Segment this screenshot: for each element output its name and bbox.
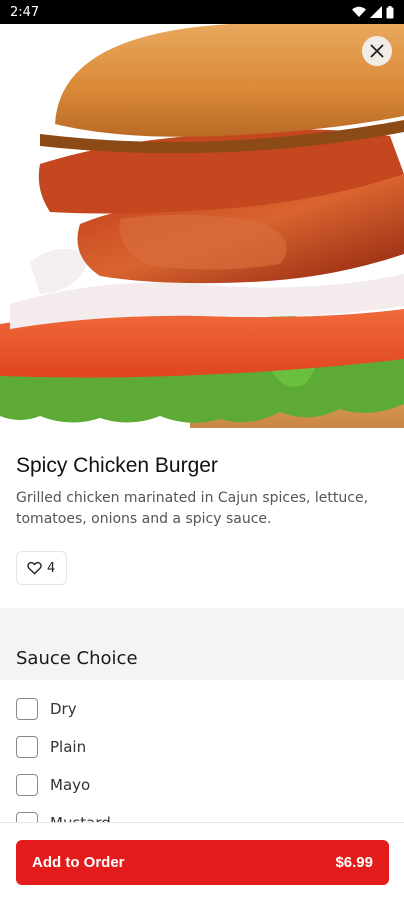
cell-signal-icon: [370, 6, 382, 18]
wifi-icon: [352, 6, 366, 17]
status-time: 2:47: [10, 4, 40, 20]
order-price: $6.99: [335, 854, 373, 871]
option-label: Mayo: [50, 776, 91, 794]
sauce-option-dry[interactable]: Dry: [16, 697, 77, 721]
burger-illustration: [0, 24, 404, 428]
bottom-action-bar: Add to Order $6.99: [0, 822, 404, 900]
item-hero-image: [0, 24, 404, 428]
status-icons: [352, 5, 394, 19]
sauce-option-plain[interactable]: Plain: [16, 735, 86, 759]
sauce-option-mayo[interactable]: Mayo: [16, 773, 90, 797]
battery-icon: [386, 5, 394, 18]
like-count: 4: [47, 560, 56, 576]
option-label: Plain: [50, 738, 87, 756]
option-label: Dry: [50, 700, 77, 718]
checkbox[interactable]: [16, 698, 38, 720]
heart-outline-icon: [27, 561, 42, 575]
checkbox[interactable]: [16, 736, 38, 758]
sauce-section-title: Sauce Choice: [0, 636, 404, 680]
close-button[interactable]: [362, 36, 392, 66]
checkbox[interactable]: [16, 774, 38, 796]
close-icon: [370, 44, 384, 58]
add-to-order-button[interactable]: Add to Order $6.99: [16, 840, 389, 885]
sauce-section-label: Sauce Choice: [16, 648, 138, 669]
status-bar: 2:47: [0, 0, 404, 24]
add-to-order-label: Add to Order: [32, 854, 125, 871]
like-button[interactable]: 4: [16, 551, 68, 585]
item-description: Grilled chicken marinated in Cajun spice…: [16, 490, 369, 527]
item-title: Spicy Chicken Burger: [16, 454, 218, 477]
